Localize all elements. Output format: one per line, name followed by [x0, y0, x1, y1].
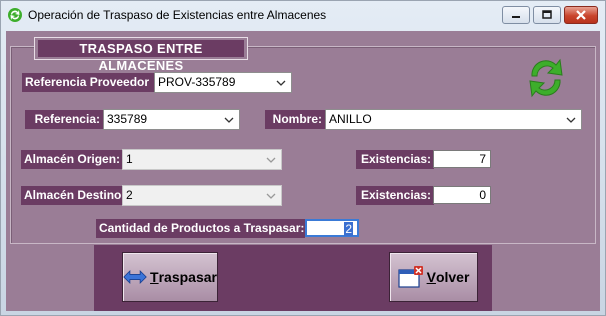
cantidad-value: 2 — [344, 222, 353, 236]
chevron-down-icon[interactable] — [222, 110, 236, 129]
chevron-down-icon[interactable] — [264, 186, 278, 205]
existencias-origen-label: Existencias: — [356, 150, 434, 169]
title-bar[interactable]: Operación de Traspaso de Existencias ent… — [1, 1, 605, 30]
app-window: Operación de Traspaso de Existencias ent… — [0, 0, 606, 316]
chevron-down-icon[interactable] — [564, 110, 578, 129]
existencias-destino-field[interactable]: 0 — [433, 186, 491, 204]
referencia-proveedor-combo[interactable]: PROV-335789 — [154, 72, 292, 93]
transfer-arrows-icon — [123, 269, 147, 285]
almacen-destino-value: 2 — [126, 188, 133, 202]
sync-icon[interactable] — [526, 56, 566, 100]
chevron-down-icon[interactable] — [274, 73, 288, 92]
referencia-label: Referencia: — [25, 110, 103, 129]
almacen-origen-value: 1 — [126, 152, 133, 166]
chevron-down-icon[interactable] — [264, 150, 278, 169]
traspasar-label: raspasar — [158, 269, 217, 285]
cantidad-input[interactable]: 2 — [305, 219, 359, 237]
refresh-app-icon — [7, 7, 23, 23]
existencias-destino-label: Existencias: — [356, 186, 434, 205]
almacen-origen-label: Almacén Origen: — [21, 150, 122, 169]
nombre-value: ANILLO — [329, 112, 372, 126]
minimize-icon — [512, 16, 520, 18]
referencia-proveedor-label: Referencia Proveedor — [22, 73, 154, 92]
almacen-destino-combo[interactable]: 2 — [122, 185, 282, 206]
close-window-icon — [397, 266, 423, 288]
window-title: Operación de Traspaso de Existencias ent… — [28, 8, 327, 22]
nombre-combo[interactable]: ANILLO — [325, 109, 582, 130]
referencia-value: 335789 — [107, 112, 148, 126]
almacen-destino-label: Almacén Destino: — [21, 186, 125, 205]
traspasar-mnemonic: T — [150, 269, 159, 285]
existencias-origen-field[interactable]: 7 — [433, 150, 491, 168]
volver-button[interactable]: Volver — [389, 252, 478, 302]
close-button[interactable] — [564, 6, 598, 24]
close-icon — [576, 10, 586, 20]
maximize-icon — [542, 10, 552, 19]
maximize-button[interactable] — [533, 6, 561, 24]
section-title: TRASPASO ENTRE ALMACENES — [38, 40, 244, 73]
form-panel: TRASPASO ENTRE ALMACENES Referencia Prov… — [6, 31, 600, 311]
volver-mnemonic: V — [426, 269, 436, 285]
traspasar-button[interactable]: Traspasar — [122, 252, 218, 302]
cantidad-label: Cantidad de Productos a Traspasar: — [96, 219, 305, 238]
volver-label: olver — [435, 269, 470, 285]
minimize-button[interactable] — [502, 6, 530, 24]
nombre-label: Nombre: — [265, 110, 325, 129]
almacen-origen-combo[interactable]: 1 — [122, 149, 282, 170]
referencia-proveedor-value: PROV-335789 — [158, 75, 236, 89]
referencia-combo[interactable]: 335789 — [103, 109, 240, 130]
